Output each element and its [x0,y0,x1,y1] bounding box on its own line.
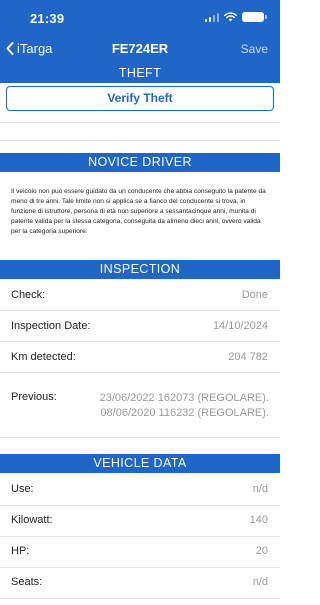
section-header-vehicle-data: VEHICLE DATA [0,454,280,473]
chevron-left-icon [6,42,14,55]
inspection-date-label: Inspection Date: [11,320,91,332]
divider [0,372,280,373]
wifi-icon [224,12,237,22]
hp-label: HP: [11,545,30,557]
vehicle-hp-row: HP: 20 [0,542,280,562]
divider [0,505,280,506]
previous-inspections-label: Previous: [11,391,57,403]
km-detected-row: Km detected: 204 782 [0,348,280,368]
use-label: Use: [11,483,34,495]
previous-inspection-item: 23/06/2022 162073 (REGOLARE). [99,392,269,404]
battery-icon [242,12,267,22]
seats-value: n/d [252,576,268,588]
inspection-date-row: Inspection Date: 14/10/2024 [0,317,280,337]
status-icons [204,12,267,22]
use-value: n/d [252,483,268,495]
divider [0,437,280,438]
inspection-check-row: Check: Done [0,286,280,306]
back-button[interactable]: iTarga [6,41,52,56]
navigation-bar: iTarga FE724ER Save [0,34,280,64]
km-detected-value: 204 782 [228,351,268,363]
kilowatt-label: Kilowatt: [11,514,53,526]
section-header-theft: THEFT [0,64,280,83]
section-header-inspection: INSPECTION [0,260,280,279]
previous-inspections-list: 23/06/2022 162073 (REGOLARE). 08/06/2020… [100,391,269,421]
cellular-signal-icon [204,12,219,22]
divider [0,567,280,568]
section-header-novice-driver: NOVICE DRIVER [0,153,280,172]
divider [0,122,280,123]
vehicle-use-row: Use: n/d [0,480,280,500]
seats-label: Seats: [11,576,43,588]
status-bar: 21:39 [0,0,280,34]
save-button[interactable]: Save [241,42,268,56]
divider [0,140,280,141]
previous-inspection-item: 08/06/2020 116232 (REGOLARE). [100,407,269,419]
check-value: Done [241,289,268,301]
novice-driver-notice: Il veicolo non può essere guidato da un … [11,188,266,235]
inspection-date-value: 14/10/2024 [212,320,268,332]
divider [0,341,280,342]
vehicle-kilowatt-row: Kilowatt: 140 [0,511,280,531]
status-time: 21:39 [30,11,65,26]
divider [0,536,280,537]
check-label: Check: [11,289,46,301]
divider [0,310,280,311]
verify-theft-button[interactable]: Verify Theft [6,86,274,111]
hp-value: 20 [255,545,268,557]
divider [0,598,280,599]
back-label: iTarga [17,41,53,56]
km-detected-label: Km detected: [11,351,76,363]
kilowatt-value: 140 [249,514,268,526]
vehicle-seats-row: Seats: n/d [0,573,280,593]
